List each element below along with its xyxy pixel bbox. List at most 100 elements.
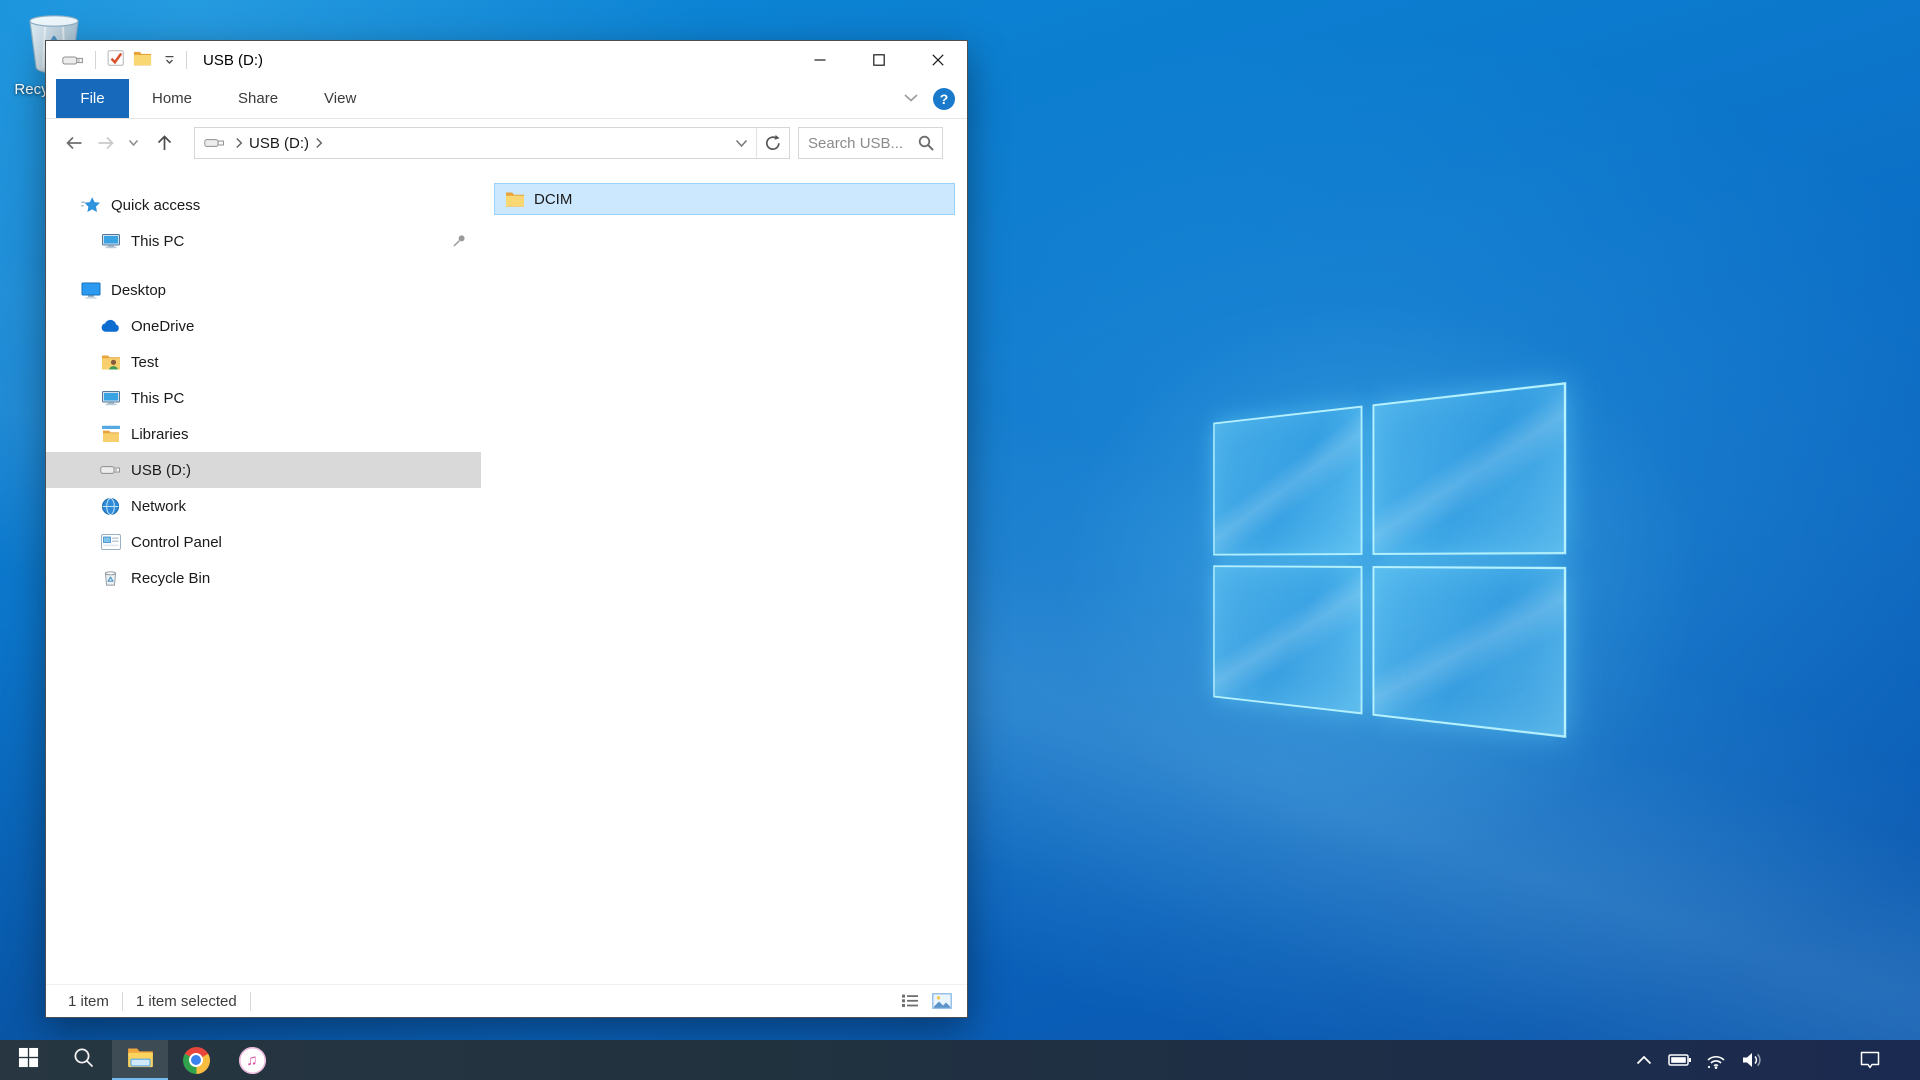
- folder-icon: [505, 191, 525, 207]
- sidebar-item-label: Quick access: [111, 197, 200, 214]
- status-separator: [250, 992, 251, 1011]
- sidebar-item-recycle-bin[interactable]: Recycle Bin: [46, 560, 481, 596]
- tab-home[interactable]: Home: [129, 79, 215, 118]
- sidebar-item-label: Network: [131, 498, 186, 515]
- pin-icon: [451, 233, 467, 249]
- refresh-button[interactable]: [757, 128, 789, 158]
- sidebar-item-test[interactable]: Test: [46, 344, 481, 380]
- qat-new-folder-button[interactable]: [129, 46, 156, 74]
- caption-buttons: [790, 41, 967, 79]
- view-switcher: [897, 989, 955, 1013]
- hidden-icons-chevron[interactable]: [1626, 1040, 1662, 1080]
- usb-drive-icon: [99, 464, 122, 476]
- recycle-bin-icon: [99, 569, 122, 587]
- back-button[interactable]: [58, 127, 90, 159]
- expand-ribbon-chevron[interactable]: [903, 90, 919, 108]
- ribbon-right-controls: ?: [903, 79, 967, 118]
- volume-icon[interactable]: [1734, 1040, 1770, 1080]
- itunes-icon: ♫: [239, 1047, 266, 1074]
- file-list[interactable]: DCIM: [481, 167, 967, 984]
- usb-drive-icon: [204, 137, 225, 149]
- navigation-bar: USB (D:): [46, 119, 967, 167]
- taskbar-chrome-button[interactable]: [168, 1040, 224, 1080]
- sidebar-item-libraries[interactable]: Libraries: [46, 416, 481, 452]
- sidebar-item-network[interactable]: Network: [46, 488, 481, 524]
- sidebar-item-this-pc[interactable]: This PC: [46, 380, 481, 416]
- windows-logo: [1213, 382, 1566, 738]
- large-icons-view-button[interactable]: [929, 989, 955, 1013]
- breadcrumb-chevron[interactable]: [235, 137, 243, 149]
- qat-customize-dropdown[interactable]: [160, 46, 179, 74]
- search-icon[interactable]: [918, 135, 934, 151]
- sidebar-item-label: Desktop: [111, 282, 166, 299]
- window-body: Quick access This PC Desktop: [46, 167, 967, 984]
- windows-logo-pane: [1372, 382, 1566, 554]
- maximize-button[interactable]: [849, 41, 908, 79]
- onedrive-cloud-icon: [99, 319, 122, 333]
- taskbar-itunes-button[interactable]: ♫: [224, 1040, 280, 1080]
- file-explorer-icon: [127, 1046, 154, 1074]
- tab-view[interactable]: View: [301, 79, 379, 118]
- wifi-icon[interactable]: [1698, 1040, 1734, 1080]
- navigation-pane: Quick access This PC Desktop: [46, 167, 481, 984]
- file-item-dcim[interactable]: DCIM: [494, 183, 955, 215]
- monitor-icon: [99, 232, 122, 250]
- sidebar-item-label: OneDrive: [131, 318, 194, 335]
- music-note-glyph: ♫: [246, 1053, 257, 1068]
- status-bar: 1 item 1 item selected: [46, 984, 967, 1017]
- sidebar-item-quick-access[interactable]: Quick access: [46, 187, 481, 223]
- file-explorer-window: USB (D:) File Home Share View ?: [45, 40, 968, 1018]
- sidebar-item-label: This PC: [131, 233, 184, 250]
- sidebar-item-onedrive[interactable]: OneDrive: [46, 308, 481, 344]
- taskbar-file-explorer-button[interactable]: [112, 1040, 168, 1080]
- network-globe-icon: [99, 497, 122, 516]
- recent-locations-chevron[interactable]: [122, 127, 144, 159]
- search-box: [798, 127, 943, 159]
- start-button[interactable]: [0, 1040, 56, 1080]
- libraries-icon: [99, 425, 122, 443]
- chrome-icon: [183, 1047, 210, 1074]
- window-title: USB (D:): [203, 52, 263, 69]
- breadcrumb-chevron[interactable]: [315, 137, 323, 149]
- minimize-button[interactable]: [790, 41, 849, 79]
- address-bar[interactable]: USB (D:): [194, 127, 790, 159]
- start-icon: [18, 1047, 39, 1073]
- breadcrumb-segment[interactable]: USB (D:): [247, 135, 311, 152]
- sidebar-item-label: Control Panel: [131, 534, 222, 551]
- qat-separator: [95, 51, 96, 69]
- file-item-label: DCIM: [534, 191, 572, 208]
- help-button[interactable]: ?: [933, 88, 955, 110]
- up-button[interactable]: [148, 127, 180, 159]
- taskbar-search-button[interactable]: [56, 1040, 112, 1080]
- status-selection-count: 1 item selected: [123, 993, 250, 1010]
- desktop-icon: [79, 281, 102, 299]
- close-button[interactable]: [908, 41, 967, 79]
- windows-logo-pane: [1213, 406, 1362, 556]
- search-icon: [72, 1046, 96, 1075]
- taskbar: ♫: [0, 1040, 1920, 1080]
- windows-logo-pane: [1213, 565, 1362, 715]
- window-usb-drive-icon: [58, 46, 88, 74]
- sidebar-item-this-pc-pinned[interactable]: This PC: [46, 223, 481, 259]
- address-dropdown-chevron[interactable]: [735, 139, 748, 148]
- sidebar-item-control-panel[interactable]: Control Panel: [46, 524, 481, 560]
- tab-share[interactable]: Share: [215, 79, 301, 118]
- properties-check-icon: [107, 49, 125, 72]
- sidebar-item-label: USB (D:): [131, 462, 191, 479]
- user-folder-icon: [99, 353, 122, 371]
- control-panel-icon: [99, 534, 122, 550]
- battery-icon[interactable]: [1662, 1040, 1698, 1080]
- sidebar-item-desktop[interactable]: Desktop: [46, 272, 481, 308]
- title-bar: USB (D:): [46, 41, 967, 79]
- sidebar-item-usb-drive[interactable]: USB (D:): [46, 452, 481, 488]
- forward-button[interactable]: [90, 127, 122, 159]
- new-folder-icon: [133, 50, 152, 71]
- status-item-count: 1 item: [46, 993, 122, 1010]
- tab-file[interactable]: File: [56, 79, 129, 118]
- sidebar-item-label: Libraries: [131, 426, 189, 443]
- qat-properties-button[interactable]: [103, 46, 129, 74]
- qat-separator: [186, 51, 187, 69]
- action-center-icon[interactable]: [1852, 1040, 1888, 1080]
- details-view-button[interactable]: [897, 989, 923, 1013]
- search-input[interactable]: [799, 135, 918, 152]
